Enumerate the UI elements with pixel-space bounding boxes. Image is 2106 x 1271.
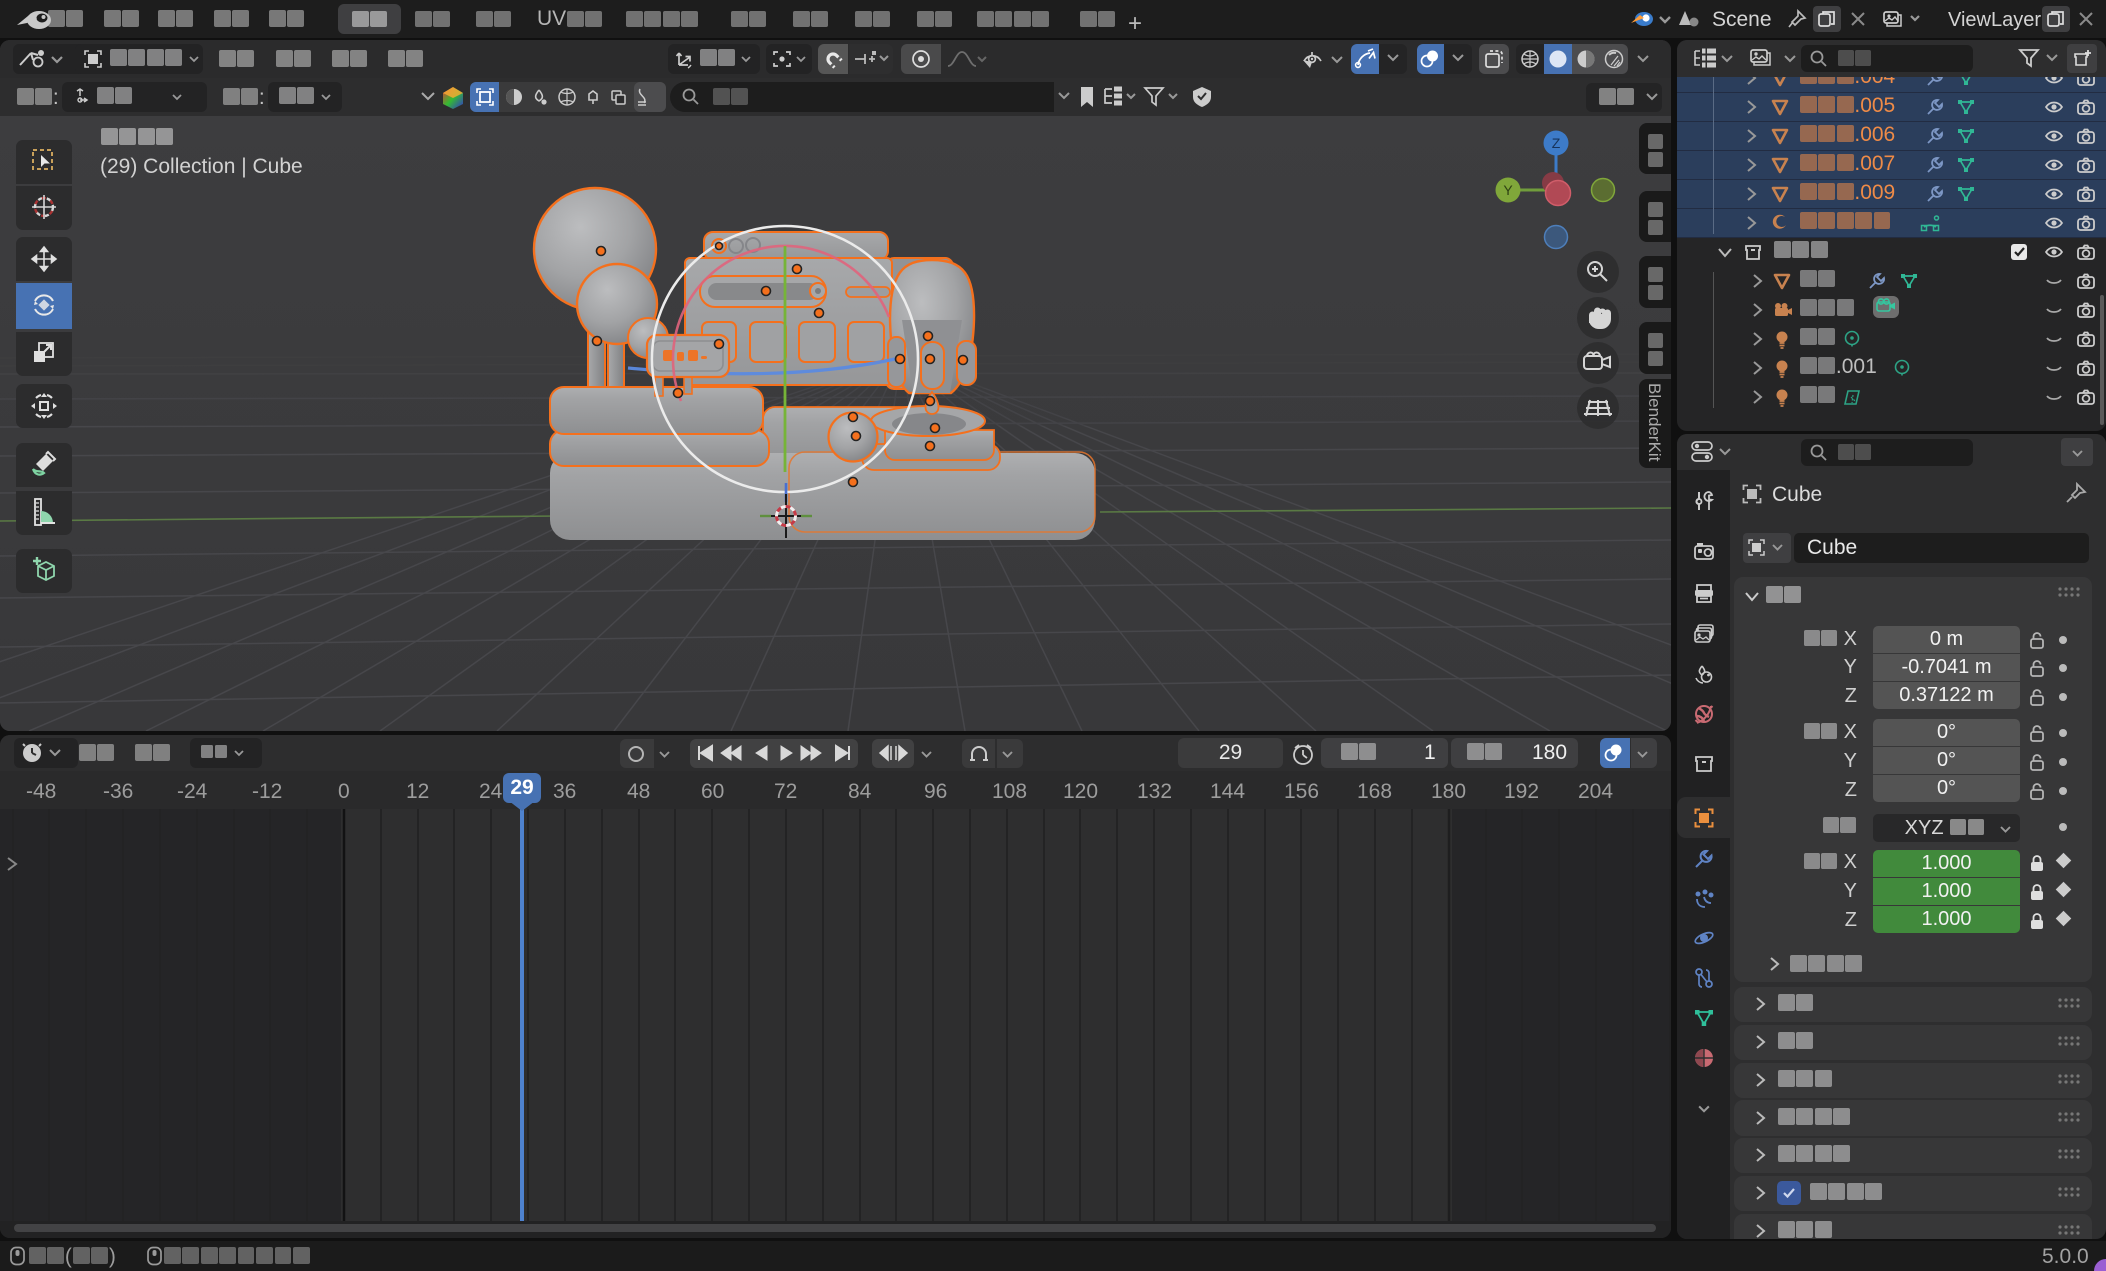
svg-text:Y: Y [1503,182,1513,198]
svg-text:Z: Z [1552,135,1561,151]
